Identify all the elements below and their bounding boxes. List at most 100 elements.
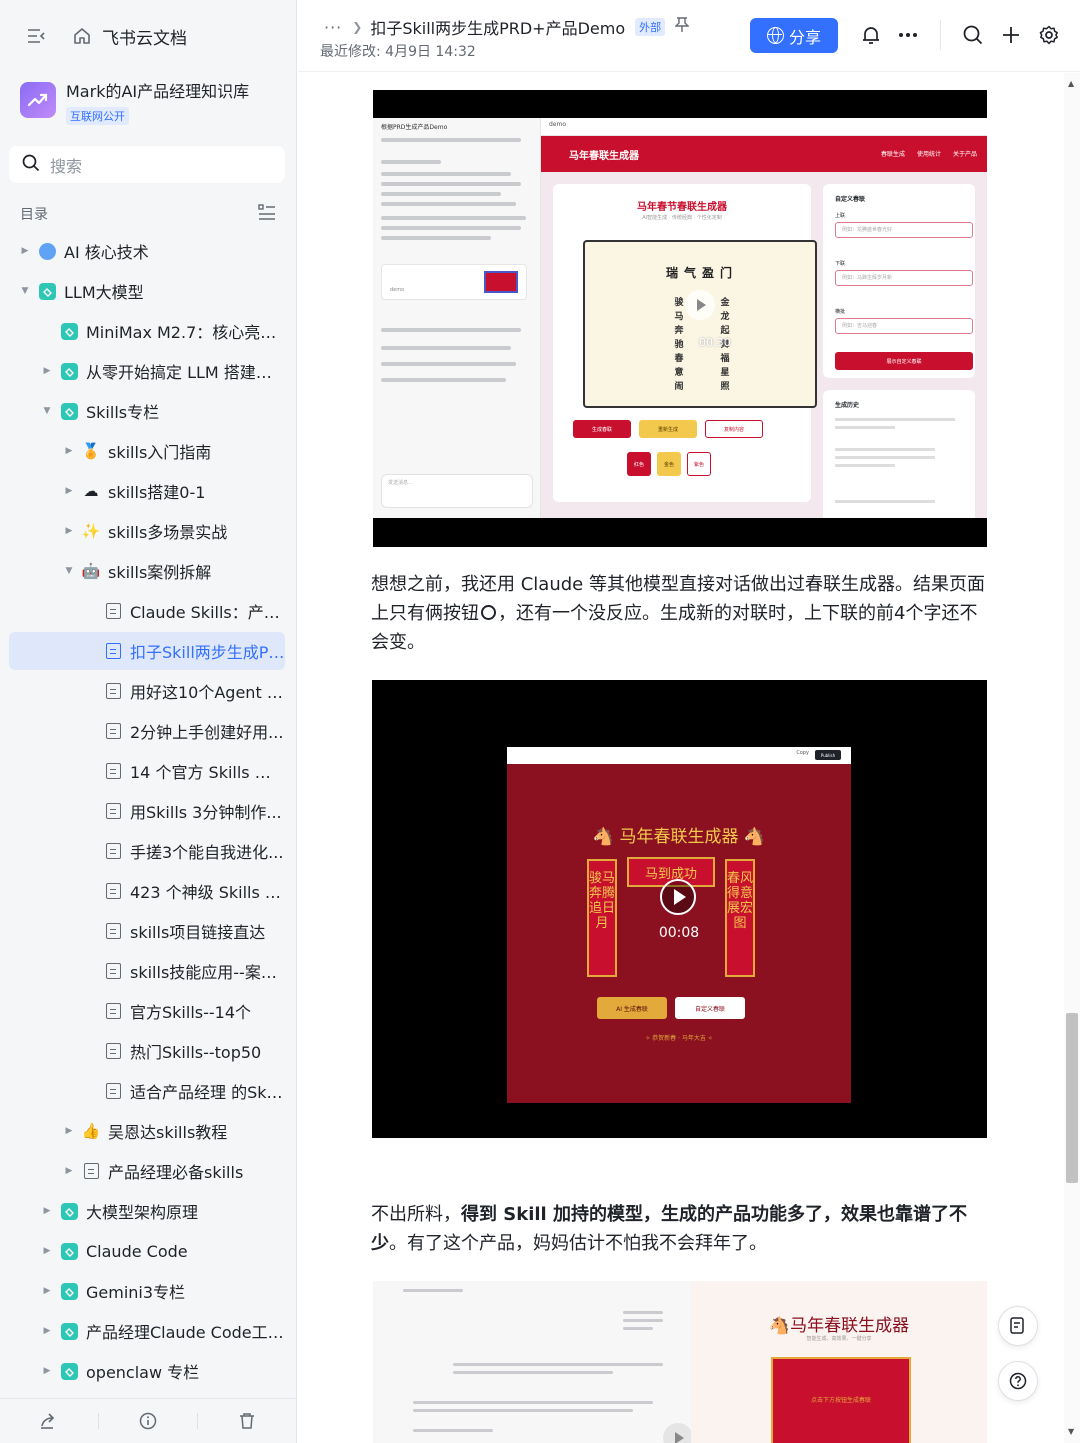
play-icon[interactable] [663, 1423, 693, 1443]
home-icon[interactable] [72, 26, 92, 46]
tree-item[interactable]: ▶ 👍 吴恩达skills教程 [0, 1111, 297, 1151]
color-purple-button[interactable]: 紫色 [687, 452, 711, 476]
plus-icon[interactable] [1000, 24, 1022, 46]
tree-item[interactable]: 热门Skills--top50 [0, 1031, 297, 1071]
pin-icon[interactable] [674, 17, 690, 37]
tree-item[interactable]: 手搓3个能自我进化... [0, 831, 297, 871]
scrollbar-thumb[interactable] [1066, 1013, 1078, 1183]
tree-item[interactable]: 用好这10个Agent Sk... [0, 671, 297, 711]
search-icon[interactable] [962, 24, 984, 46]
tree-item[interactable]: ▶ ☁ skills搭建0-1 [0, 471, 297, 511]
doc-title[interactable]: 扣子Skill两步生成PRD+产品Demo [370, 15, 625, 39]
tree-item[interactable]: skills项目链接直达 [0, 911, 297, 951]
caret-right-icon[interactable]: ▶ [42, 1246, 52, 1256]
tree-item-label: 吴恩达skills教程 [108, 1123, 228, 1142]
generate-couplet-button[interactable]: 生成春联 [573, 420, 631, 438]
tree-item-active[interactable]: 扣子Skill两步生成PR... [0, 631, 297, 671]
share-button[interactable]: 分享 [750, 18, 838, 53]
breadcrumb-more-button[interactable]: ··· [324, 18, 342, 37]
tree-item[interactable]: ▼ Skills专栏 [0, 391, 297, 431]
tree-item-label: AI 核心技术 [64, 243, 149, 262]
caret-down-icon[interactable]: ▼ [64, 566, 74, 576]
tree-item[interactable]: 用Skills 3分钟制作... [0, 791, 297, 831]
hengpi-input[interactable]: 例如：吉马迎春 [835, 318, 973, 334]
tree-item[interactable]: ▶ 大模型架构原理 [0, 1191, 297, 1231]
caret-right-icon[interactable]: ▶ [64, 446, 74, 456]
outline-float-button[interactable] [998, 1306, 1038, 1346]
caret-right-icon[interactable]: ▶ [64, 526, 74, 536]
chevron-right-icon: ❯ [352, 20, 363, 34]
caret-right-icon[interactable]: ▶ [42, 1366, 52, 1376]
tree-item[interactable]: MiniMax M2.7：核心亮点... [0, 311, 297, 351]
caret-right-icon[interactable]: ▶ [64, 486, 74, 496]
regenerate-button[interactable]: 重新生成 [639, 420, 697, 438]
color-red-button[interactable]: 红色 [627, 452, 651, 476]
gear-icon[interactable] [1038, 24, 1060, 46]
video-time: 00:30 [699, 336, 731, 349]
trash-icon[interactable] [237, 1411, 257, 1431]
tree-item[interactable]: 423 个神级 Skills —... [0, 871, 297, 911]
demo-artifact-card[interactable]: demo [381, 264, 527, 300]
copy-content-button[interactable]: 复制内容 [705, 420, 763, 438]
caret-right-icon[interactable]: ▶ [42, 1206, 52, 1216]
tree-item[interactable]: ▶ Gemini3专栏 [0, 1271, 297, 1311]
preview-title-text: 马年春联生成器 [790, 1316, 910, 1336]
share-out-icon[interactable] [38, 1411, 58, 1431]
tree-item[interactable]: 14 个官方 Skills 宝... [0, 751, 297, 791]
help-float-button[interactable] [998, 1361, 1038, 1401]
chat-input[interactable]: 发送消息... [381, 474, 533, 508]
caret-right-icon[interactable]: ▶ [42, 366, 52, 376]
show-custom-couplet-button[interactable]: 展示自定义春联 [835, 352, 973, 370]
caret-right-icon[interactable]: ▶ [64, 1126, 74, 1136]
play-icon[interactable] [685, 290, 715, 320]
demo-tab-generate[interactable]: 春联生成 [881, 149, 905, 158]
search-input[interactable]: 搜索 [9, 146, 285, 183]
toc-list-icon[interactable] [258, 204, 276, 224]
knowledge-base-header[interactable]: Mark的AI产品经理知识库 互联网公开 [20, 82, 249, 125]
tree-item[interactable]: ▼ 🤖 skills案例拆解 [0, 551, 297, 591]
upper-input-placeholder: 例如：龙腾盛世春光好 [842, 227, 893, 233]
caret-right-icon[interactable]: ▶ [64, 1166, 74, 1176]
couplet-upper: 骏马奔驰春意闹 [674, 298, 684, 392]
caret-right-icon[interactable]: ▶ [42, 1286, 52, 1296]
demo-video-2[interactable]: Copy Publish 🐴 马年春联生成器 🐴 骏马奔腾追日月 春风得意展宏图… [372, 680, 987, 1138]
tree-item[interactable]: Claude Skills：产品... [0, 591, 297, 631]
tree-item[interactable]: ▶ 产品经理Claude Code工作流 [0, 1311, 297, 1351]
more-icon[interactable] [897, 24, 919, 46]
demo-tab-about[interactable]: 关于产品 [953, 149, 977, 158]
lower-input[interactable]: 例如：马蹄生辉岁月新 [835, 270, 973, 286]
upper-input[interactable]: 例如：龙腾盛世春光好 [835, 222, 973, 238]
caret-down-icon[interactable]: ▼ [42, 406, 52, 416]
tree-item[interactable]: ▶ AI 核心技术 [0, 231, 297, 271]
tree-item-label: 大模型架构原理 [86, 1203, 199, 1222]
tree-item[interactable]: ▶ 🏅 skills入门指南 [0, 431, 297, 471]
tree-item[interactable]: ▶ 从零开始搞定 LLM 搭建全... [0, 351, 297, 391]
scroll-up-icon[interactable]: ▲ [1068, 79, 1074, 88]
tree-item[interactable]: 官方Skills--14个 [0, 991, 297, 1031]
caret-down-icon[interactable]: ▼ [20, 286, 30, 296]
thumbs-up-icon: 👍 [81, 1122, 101, 1140]
info-icon[interactable] [138, 1411, 158, 1431]
caret-right-icon[interactable]: ▶ [20, 246, 30, 256]
bell-icon[interactable] [860, 24, 882, 46]
tree-item[interactable]: ▶ 产品经理必备skills [0, 1151, 297, 1191]
tree-item[interactable]: skills技能应用--案例... [0, 951, 297, 991]
tree-item[interactable]: ▶ ✨ skills多场景实战 [0, 511, 297, 551]
tree-item[interactable]: ▶ openclaw 专栏 [0, 1351, 297, 1391]
collapse-sidebar-icon[interactable] [26, 26, 46, 46]
tree-item[interactable]: ▶ Claude Code [0, 1231, 297, 1271]
play-button-icon[interactable] [660, 879, 696, 915]
tree-item[interactable]: 适合产品经理 的Skil... [0, 1071, 297, 1111]
breadcrumb: ··· ❯ 扣子Skill两步生成PRD+产品Demo 外部 [324, 15, 690, 39]
tree-item[interactable]: 2分钟上手创建好用... [0, 711, 297, 751]
color-gold-button[interactable]: 金色 [657, 452, 681, 476]
demo-tab-stats[interactable]: 使用统计 [917, 149, 941, 158]
demo-screenshot-1[interactable]: 根据PRD生成产品Demo demo 发送消息... demo 马年春联生成器 … [373, 90, 987, 547]
demo-screenshot-3[interactable]: 🐴马年春联生成器 智能生成、高效果、一键分享 点击下方按钮生成春联 [373, 1281, 987, 1443]
tree-item[interactable]: ▼ LLM大模型 [0, 271, 297, 311]
content-scrollbar[interactable]: ▲ ▼ [1064, 73, 1080, 1443]
caret-right-icon[interactable]: ▶ [42, 1326, 52, 1336]
tree-item-label: skills技能应用--案例... [130, 963, 285, 982]
app-name[interactable]: 飞书云文档 [102, 24, 187, 49]
scroll-down-icon[interactable]: ▼ [1068, 1427, 1074, 1436]
